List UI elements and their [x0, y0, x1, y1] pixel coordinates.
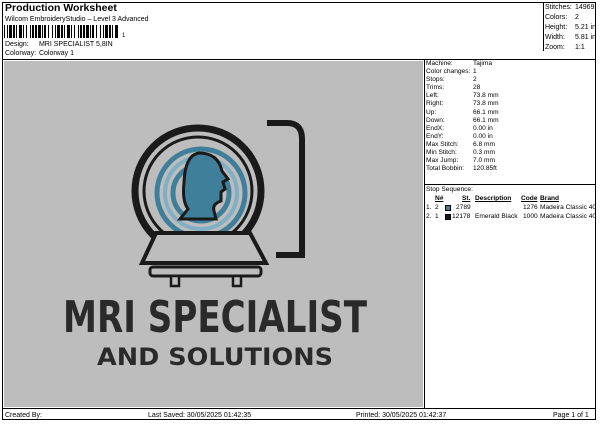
info-down: Down: 66.1 mm [426, 116, 499, 124]
stop-divider [424, 184, 596, 185]
stat-stitches: Stitches: 14969 [545, 4, 595, 11]
info-stops: Stops: 2 [426, 76, 477, 84]
info-color-changes: Color changes: 1 [426, 68, 477, 76]
info-endx: EndX: 0.00 in [426, 124, 493, 132]
scanner-base [148, 265, 263, 278]
info-total-bobbin: Total Bobbin: 120.85ft [426, 165, 497, 173]
barcode-text: 1 [122, 33, 126, 38]
stat-colors: Colors: 2 [545, 14, 579, 21]
stats-panel: Stitches: 14969 Colors: 2 Height: 5.21 in W… [545, 3, 597, 53]
created-by: Created By: [5, 412, 42, 419]
last-saved: Last Saved: 30/05/2025 01:42:35 [148, 412, 252, 419]
mri-logo: MRI SPECIALIST AND SOLUTIONS [63, 120, 367, 371]
info-machine: Machine: Tajima [426, 60, 493, 67]
col-n: N# [435, 195, 444, 202]
colorway-label: Colorway: [5, 50, 37, 57]
barcode-image: 1 [4, 25, 126, 38]
panel-divider [424, 59, 425, 408]
colorway-value: Colorway 1 [38, 50, 74, 57]
design-label: Design: [5, 41, 29, 48]
stat-zoom: Zoom: 1:1 [545, 44, 585, 51]
stat-height: Height: 5.21 in [545, 24, 597, 31]
thread-swatch-blue [445, 205, 451, 211]
info-max-jump: Max Jump: 7.0 mm [426, 157, 495, 165]
scanner-bed [138, 231, 270, 265]
col-description: Description [475, 195, 512, 202]
col-code: Code [521, 195, 538, 202]
footer-divider [2, 408, 596, 409]
thread-swatch-black [445, 214, 451, 220]
stats-divider [543, 2, 544, 51]
page-number: Page 1 of 1 [553, 412, 589, 419]
design-preview: MRI SPECIALIST AND SOLUTIONS [4, 61, 423, 407]
colorway-row: Colorway: Colorway 1 [5, 50, 74, 57]
logo-line-1: MRI SPECIALIST [63, 292, 367, 343]
table-row: 1. 2 2789 1276 Madeira Classic 40 [426, 204, 597, 211]
printed-date: Printed: 30/05/2025 01:42:37 [356, 412, 447, 419]
scanner-leg-right [231, 274, 243, 288]
worksheet-title: Production Worksheet [5, 2, 117, 14]
stop-sequence-header: N# St. Description Code Brand [426, 195, 596, 204]
scanner-arch [267, 120, 305, 258]
scanner-leg-left [169, 274, 181, 288]
machine-info-panel: Machine: Tajima Color changes: 1 Stops: 2 T… [426, 60, 596, 173]
design-value: MRI SPECIALIST 5,8IN [38, 41, 113, 48]
col-st: St. [462, 195, 471, 202]
stop-sequence-title: Stop Sequence: [426, 186, 473, 193]
info-min-stitch: Min Stitch: 0.3 mm [426, 149, 495, 157]
col-brand: Brand [540, 195, 560, 202]
info-max-stitch: Max Stitch: 6.8 mm [426, 140, 495, 148]
info-right: Right: 73.8 mm [426, 100, 499, 108]
info-trims: Trims: 28 [426, 84, 481, 92]
info-left: Left: 73.8 mm [426, 92, 499, 100]
info-endy: EndY: 0.00 in [426, 132, 493, 140]
design-name-row: Design: MRI SPECIALIST 5,8IN [5, 41, 113, 48]
info-up: Up: 66.1 mm [426, 108, 499, 116]
table-row: 2. 1 12178 Emerald Black 1000 Madeira Cl… [426, 213, 597, 220]
stat-width: Width: 5.81 in [545, 34, 597, 41]
logo-line-2: AND SOLUTIONS [97, 343, 333, 371]
software-name: Wilcom EmbroideryStudio – Level 3 Advanc… [5, 16, 149, 23]
